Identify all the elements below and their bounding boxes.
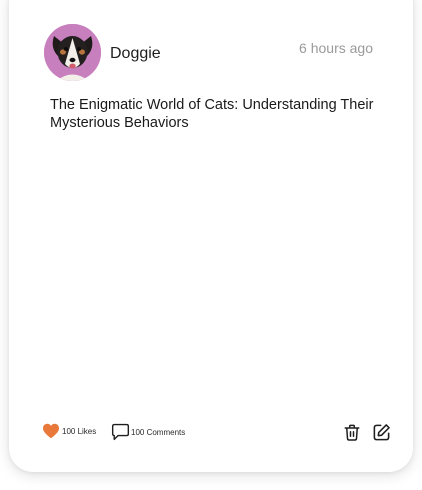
- dog-avatar-image: [44, 24, 101, 81]
- pencil-square-icon: [373, 423, 390, 440]
- comments-button[interactable]: 100 Comments: [111, 423, 185, 441]
- delete-button[interactable]: [341, 421, 363, 443]
- author-name[interactable]: Doggie: [110, 45, 161, 63]
- heart-icon: [43, 423, 59, 439]
- comments-count: 100 Comments: [131, 427, 186, 437]
- trash-icon: [344, 424, 360, 441]
- edit-button[interactable]: [370, 421, 392, 443]
- likes-button[interactable]: 100 Likes: [42, 423, 96, 439]
- post-footer: 100 Likes 100 Comments: [42, 420, 392, 444]
- post-timestamp: 6 hours ago: [299, 40, 373, 56]
- speech-bubble-icon: [111, 423, 130, 441]
- post-card: Doggie 6 hours ago The Enigmatic World o…: [9, 0, 413, 472]
- avatar[interactable]: [44, 24, 101, 81]
- likes-count: 100 Likes: [62, 426, 97, 436]
- post-title[interactable]: The Enigmatic World of Cats: Understandi…: [50, 96, 390, 132]
